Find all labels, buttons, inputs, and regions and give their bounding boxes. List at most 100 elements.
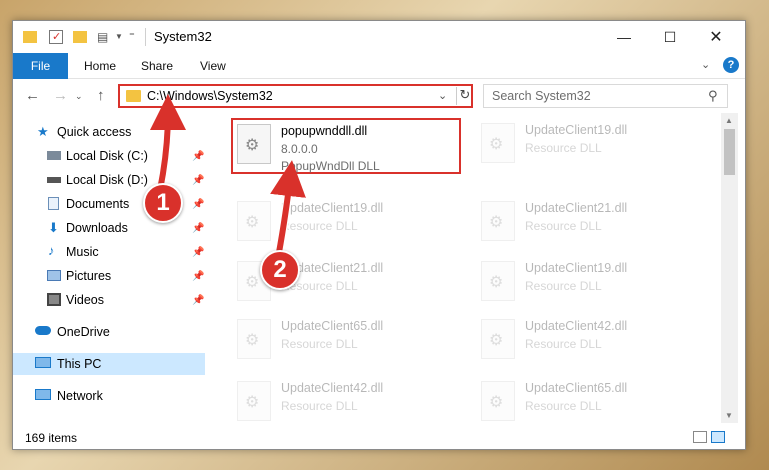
gear-icon: ⚙ [245,332,260,349]
sidebar-item-label: Local Disk (D:) [66,173,148,187]
sidebar-item-videos[interactable]: Videos 📌 [13,289,205,311]
large-icons-view-icon[interactable] [711,431,725,443]
sidebar-item-label: Videos [66,293,104,307]
refresh-icon[interactable]: ↻ [456,87,473,105]
help-icon[interactable]: ? [723,57,739,73]
sidebar-item-quick-access[interactable]: ★ Quick access [13,121,205,143]
gear-icon: ⚙ [245,214,260,231]
dll-file-icon: ⚙ [237,201,271,241]
file-name: UpdateClient21.dll [525,201,628,215]
scroll-up-icon[interactable]: ▲ [725,116,733,125]
file-version: 8.0.0.0 [281,142,318,156]
cloud-icon [35,326,51,335]
expand-ribbon-icon[interactable]: ⌄ [701,58,710,71]
tab-share[interactable]: Share [141,59,173,73]
dll-file-icon: ⚙ [237,381,271,421]
file-name: UpdateClient42.dll [281,381,384,395]
navigation-pane: ★ Quick access Local Disk (C:) 📌 Local D… [13,113,205,423]
dll-file-icon: ⚙ [481,261,515,301]
file-tile[interactable]: ⚙ UpdateClient19.dll Resource DLL [477,257,707,313]
item-count: 169 items [25,431,78,445]
file-description: PopupWndDll DLL [281,159,380,173]
pictures-icon [47,270,61,281]
file-name: UpdateClient19.dll [281,201,384,215]
sidebar-item-label: Downloads [66,221,128,235]
file-tile[interactable]: ⚙ UpdateClient21.dll Resource DLL [477,197,707,253]
address-path[interactable]: C:\Windows\System32 [147,89,273,103]
file-tile[interactable]: ⚙ UpdateClient19.dll Resource DLL [477,119,707,175]
drive-icon [47,177,61,183]
pin-icon: 📌 [192,198,205,210]
new-folder-icon[interactable] [73,31,87,43]
gear-icon: ⚙ [245,137,260,154]
properties-icon[interactable]: ✓ [49,30,63,44]
status-bar: 169 items [13,423,745,449]
minimize-button[interactable]: — [601,21,647,53]
sidebar-item-local-disk-c[interactable]: Local Disk (C:) 📌 [13,145,205,167]
file-tile[interactable]: ⚙ UpdateClient42.dll Resource DLL [477,315,707,371]
pin-icon: 📌 [192,222,205,234]
tab-view[interactable]: View [200,59,226,73]
file-tile-popupwnddll[interactable]: ⚙ popupwnddll.dll 8.0.0.0 PopupWndDll DL… [231,118,461,174]
file-tile[interactable]: ⚙ UpdateClient65.dll Resource DLL [233,315,463,371]
tab-home[interactable]: Home [84,59,116,73]
recent-locations-icon[interactable]: ⌄ [75,91,83,102]
search-box[interactable]: ⚲ [483,84,728,108]
dll-file-icon: ⚙ [481,123,515,163]
explorer-window: ✓ ▤ ▼ ⁼ System32 — ☐ ✕ File Home Share V… [12,20,746,450]
drive-icon [47,151,61,160]
file-description: Resource DLL [281,399,358,413]
up-arrow-icon[interactable]: ↑ [97,87,105,104]
dll-file-icon: ⚙ [237,319,271,359]
navigation-bar: ← → ⌄ ↑ C:\Windows\System32 ⌄ ↻ ⚲ [13,79,745,113]
sidebar-item-music[interactable]: ♪ Music 📌 [13,241,205,263]
search-icon[interactable]: ⚲ [708,88,718,104]
sidebar-item-onedrive[interactable]: OneDrive [13,321,205,343]
pin-icon: 📌 [192,294,205,306]
scrollbar-thumb[interactable] [724,129,735,175]
search-input[interactable] [484,85,704,107]
sidebar-item-label: Music [66,245,99,259]
tab-file[interactable]: File [13,53,68,79]
chevron-down-icon[interactable]: ▼ [115,32,129,46]
sidebar-item-this-pc[interactable]: This PC [13,353,205,375]
sidebar-item-label: Pictures [66,269,112,283]
sidebar-item-label: Documents [66,197,130,211]
address-bar[interactable]: C:\Windows\System32 ⌄ ↻ [118,84,473,108]
sidebar-item-network[interactable]: Network [13,385,205,407]
chevron-down-icon[interactable]: ⌄ [438,89,447,102]
gear-icon: ⚙ [489,214,504,231]
network-icon [35,389,51,400]
file-description: Resource DLL [281,219,358,233]
pin-icon: 📌 [192,246,205,258]
download-icon: ⬇ [48,220,59,235]
quick-access-overflow-icon[interactable]: ⁼ [129,29,143,43]
vertical-scrollbar[interactable]: ▲ ▼ [721,113,738,423]
close-button[interactable]: ✕ [693,21,739,53]
dll-file-icon: ⚙ [481,201,515,241]
maximize-button[interactable]: ☐ [647,21,693,53]
customize-toolbar-icon[interactable]: ▤ [97,30,111,44]
file-description: Resource DLL [281,337,358,351]
step-1-badge: 1 [143,183,183,223]
file-name: UpdateClient19.dll [525,261,628,275]
forward-arrow-icon[interactable]: → [53,87,68,104]
file-name: UpdateClient19.dll [525,123,628,137]
documents-icon [48,197,59,210]
window-title: System32 [154,29,212,44]
back-arrow-icon[interactable]: ← [25,87,40,104]
scroll-down-icon[interactable]: ▼ [725,411,733,420]
sidebar-item-label: OneDrive [57,325,110,339]
details-view-icon[interactable] [693,431,707,443]
sidebar-item-downloads[interactable]: ⬇ Downloads 📌 [13,217,205,239]
file-description: Resource DLL [525,399,602,413]
dll-file-icon: ⚙ [481,381,515,421]
gear-icon: ⚙ [245,274,260,291]
gear-icon: ⚙ [489,274,504,291]
star-icon: ★ [37,124,49,139]
pin-icon: 📌 [192,174,205,186]
sidebar-item-pictures[interactable]: Pictures 📌 [13,265,205,287]
file-tile[interactable]: ⚙ UpdateClient19.dll Resource DLL [233,197,463,253]
sidebar-item-label: Local Disk (C:) [66,149,148,163]
dll-file-icon: ⚙ [237,124,271,164]
